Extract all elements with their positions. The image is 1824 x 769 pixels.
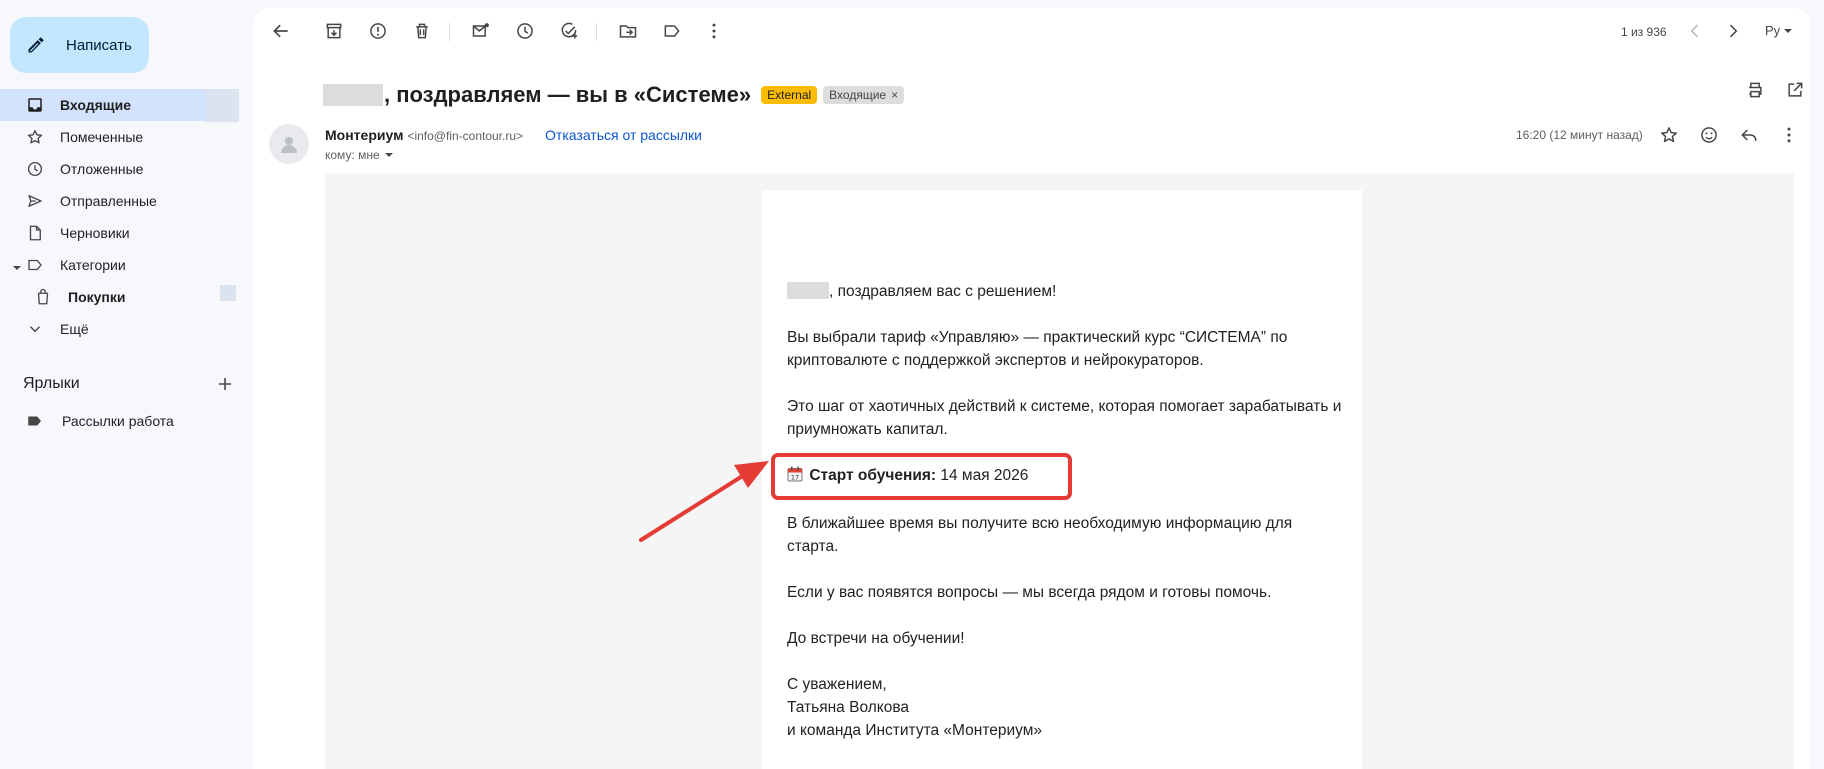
add-task-icon[interactable]: [559, 21, 579, 41]
recipient-details[interactable]: кому: мне: [325, 148, 394, 162]
person-icon: [281, 137, 297, 153]
open-new-window-icon[interactable]: [1785, 80, 1805, 100]
sidebar-item-starred[interactable]: Помеченные: [0, 121, 252, 153]
subject-row: , поздравляем — вы в «Системе» External …: [323, 78, 905, 112]
compose-button[interactable]: Написать: [10, 17, 149, 73]
delete-icon[interactable]: [412, 21, 432, 41]
sidebar-item-snoozed[interactable]: Отложенные: [0, 153, 252, 185]
sidebar: Написать Входящие Помеченные Отложенные …: [0, 0, 252, 769]
mark-unread-icon[interactable]: [471, 21, 491, 41]
body-paragraph: Если у вас появятся вопросы — мы всегда …: [787, 584, 1272, 601]
body-paragraph: До встречи на обучении!: [787, 630, 965, 647]
inbox-chip-label: Входящие: [829, 88, 887, 102]
caret-down-icon: [384, 153, 393, 157]
back-icon[interactable]: [271, 21, 291, 41]
toolbar: 1 из 936 Ру: [253, 8, 1810, 58]
message-view: 1 из 936 Ру , поздравляем — вы в «Систем…: [253, 8, 1810, 769]
sidebar-item-label: Покупки: [68, 289, 126, 305]
folder-list: Входящие Помеченные Отложенные Отправлен…: [0, 89, 252, 345]
sidebar-item-drafts[interactable]: Черновики: [0, 217, 252, 249]
sidebar-item-label: Черновики: [60, 225, 130, 241]
inbox-label-chip: Входящие ×: [823, 86, 905, 104]
pager-count: 1 из 936: [1621, 25, 1667, 39]
more-vert-icon[interactable]: [704, 21, 724, 41]
sidebar-item-more[interactable]: Ещё: [0, 313, 252, 345]
message-card: , поздравляем вас с решением! Вы выбрали…: [762, 190, 1362, 769]
older-chevron-right-icon[interactable]: [1723, 21, 1743, 41]
toolbar-divider: [449, 23, 450, 41]
start-date-paragraph: 17 Старт обучения: 14 мая 2026: [771, 453, 1347, 500]
avatar[interactable]: [269, 124, 309, 164]
greeting-text: , поздравляем вас с решением!: [829, 283, 1057, 300]
label-outline-icon: [26, 256, 44, 274]
remove-label-icon[interactable]: ×: [891, 88, 898, 102]
move-to-icon[interactable]: [618, 21, 638, 41]
sidebar-item-label: Отложенные: [60, 161, 144, 177]
sidebar-item-categories[interactable]: Категории: [0, 249, 252, 281]
external-badge: External: [761, 86, 818, 104]
send-icon: [26, 192, 44, 210]
sidebar-item-label: Входящие: [60, 97, 131, 113]
signature-line: Татьяна Волкова: [787, 699, 910, 716]
caret-down-icon[interactable]: [12, 260, 22, 276]
label-icon[interactable]: [662, 21, 682, 41]
signature-line: и команда Института «Монтериум»: [787, 722, 1042, 739]
page-title: , поздравляем — вы в «Системе»: [384, 82, 752, 107]
message-timestamp: 16:20 (12 минут назад): [1516, 128, 1643, 142]
inbox-icon: [26, 96, 44, 114]
body-paragraph: Вы выбрали тариф «Управляю» — практическ…: [787, 329, 1288, 369]
sidebar-item-label: Отправленные: [60, 193, 157, 209]
signature-line: С уважением,: [787, 676, 887, 693]
subject-name-redacted: [323, 84, 383, 106]
compose-label: Написать: [66, 36, 132, 54]
sender-line: Монтериум <info@fin-contour.ru> Отказать…: [325, 127, 702, 143]
draft-icon: [26, 224, 44, 242]
message-body: , поздравляем вас с решением! Вы выбрали…: [771, 280, 1347, 765]
label-filled-icon: [26, 412, 44, 430]
report-spam-icon[interactable]: [368, 21, 388, 41]
pencil-icon: [26, 35, 46, 55]
label-item-work-newsletters[interactable]: Рассылки работа: [26, 409, 174, 433]
count-redacted: [220, 285, 236, 301]
archive-icon[interactable]: [324, 21, 344, 41]
sidebar-item-label: Помеченные: [60, 129, 144, 145]
star-icon[interactable]: [1658, 124, 1680, 146]
newer-chevron-left-icon[interactable]: [1685, 21, 1705, 41]
unread-count-redacted: [206, 89, 239, 122]
shopping-bag-icon: [34, 288, 52, 306]
body-paragraph: Это шаг от хаотичных действий к системе,…: [787, 398, 1342, 438]
language-label: Ру: [1765, 23, 1781, 38]
body-paragraph: В ближайшее время вы получите всю необхо…: [787, 515, 1293, 555]
toolbar-divider: [596, 23, 597, 41]
snooze-icon[interactable]: [515, 21, 535, 41]
add-label-icon[interactable]: [217, 376, 233, 392]
message-body-frame: , поздравляем вас с решением! Вы выбрали…: [325, 173, 1794, 769]
sidebar-item-purchases[interactable]: Покупки: [0, 281, 252, 313]
caret-down-icon: [1783, 26, 1793, 36]
signature: С уважением, Татьяна Волкова и команда И…: [787, 673, 1347, 742]
sidebar-item-label: Категории: [60, 257, 126, 273]
sidebar-item-inbox[interactable]: Входящие: [0, 89, 238, 121]
sidebar-item-sent[interactable]: Отправленные: [0, 185, 252, 217]
labels-heading: Ярлыки: [23, 375, 80, 392]
clock-icon: [26, 160, 44, 178]
print-icon[interactable]: [1745, 80, 1765, 100]
unsubscribe-link[interactable]: Отказаться от рассылки: [545, 127, 702, 143]
reply-icon[interactable]: [1738, 124, 1760, 146]
more-vert-icon[interactable]: [1778, 124, 1800, 146]
labels-header: Ярлыки: [23, 372, 233, 396]
label-item-label: Рассылки работа: [62, 413, 174, 429]
sender-email: <info@fin-contour.ru>: [407, 129, 524, 143]
language-selector[interactable]: Ру: [1765, 23, 1793, 38]
recipient-label: кому: мне: [325, 148, 380, 162]
annotation-highlight-box: [771, 453, 1072, 500]
sender-name[interactable]: Монтериум: [325, 127, 403, 143]
star-icon: [26, 128, 44, 146]
emoji-reaction-icon[interactable]: [1698, 124, 1720, 146]
sidebar-item-label: Ещё: [60, 321, 89, 337]
greeting-paragraph: , поздравляем вас с решением!: [787, 280, 1347, 303]
greeting-name-redacted: [787, 282, 829, 299]
chevron-down-icon: [26, 320, 44, 338]
